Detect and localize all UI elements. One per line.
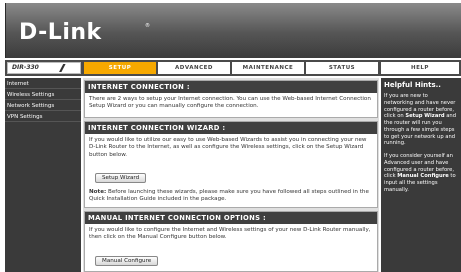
header-banner: D-Link ®: [5, 3, 461, 58]
help-hint-2: If you consider yourself an Advanced use…: [384, 153, 458, 194]
slash-decoration-icon: ///: [60, 63, 65, 74]
help-panel: Helpful Hints.. If you are new to networ…: [381, 78, 461, 272]
section-title: INTERNET CONNECTION WIZARD :: [85, 122, 377, 134]
wizard-note: Note: Before launching these wizards, pl…: [85, 186, 377, 207]
hint-emphasis: Setup Wizard: [405, 113, 445, 120]
model-label: DIR-330: [12, 64, 39, 71]
model-badge: DIR-330 ///: [7, 62, 81, 74]
note-text: Before launching these wizards, please m…: [89, 188, 369, 203]
sidebar-item-vpn-settings[interactable]: VPN Settings: [5, 112, 81, 122]
top-nav-bar: DIR-330 /// SETUP ADVANCED MAINTENANCE S…: [5, 60, 461, 76]
button-row: Manual Configure: [85, 245, 377, 268]
manual-options-section: MANUAL INTERNET CONNECTION OPTIONS : If …: [84, 211, 378, 272]
tab-status[interactable]: STATUS: [306, 62, 378, 74]
internet-connection-section: INTERNET CONNECTION : There are 2 ways t…: [84, 80, 378, 118]
manual-configure-button[interactable]: Manual Configure: [95, 255, 159, 266]
main-content: INTERNET CONNECTION : There are 2 ways t…: [83, 78, 379, 272]
dlink-logo: D-Link: [19, 20, 102, 45]
sidebar-item-network-settings[interactable]: Network Settings: [5, 101, 81, 111]
connection-wizard-section: INTERNET CONNECTION WIZARD : If you woul…: [84, 121, 378, 208]
sidebar-item-internet[interactable]: Internet: [5, 79, 81, 89]
registered-mark: ®: [145, 23, 150, 29]
hint-emphasis: Manual Configure: [397, 173, 449, 180]
tab-advanced[interactable]: ADVANCED: [158, 62, 230, 74]
tab-setup[interactable]: SETUP: [84, 62, 156, 74]
router-admin-page: D-Link ® DIR-330 /// SETUP ADVANCED MAIN…: [0, 0, 461, 272]
section-text: There are 2 ways to setup your Internet …: [89, 96, 371, 110]
sidebar-item-wireless-settings[interactable]: Wireless Settings: [5, 90, 81, 100]
help-title: Helpful Hints..: [384, 81, 441, 89]
button-row: Setup Wizard: [85, 162, 377, 186]
section-title: MANUAL INTERNET CONNECTION OPTIONS :: [85, 212, 377, 224]
sidebar: Internet Wireless Settings Network Setti…: [5, 78, 81, 272]
help-hint-1: If you are new to networking and have ne…: [384, 93, 458, 147]
tab-help[interactable]: HELP: [381, 62, 459, 74]
setup-wizard-button[interactable]: Setup Wizard: [95, 172, 147, 183]
section-title: INTERNET CONNECTION :: [85, 81, 377, 93]
note-label: Note:: [89, 188, 107, 195]
section-text: If you would like to utilize our easy to…: [89, 137, 367, 158]
tab-maintenance[interactable]: MAINTENANCE: [232, 62, 304, 74]
section-text: If you would like to configure the Inter…: [89, 227, 371, 241]
